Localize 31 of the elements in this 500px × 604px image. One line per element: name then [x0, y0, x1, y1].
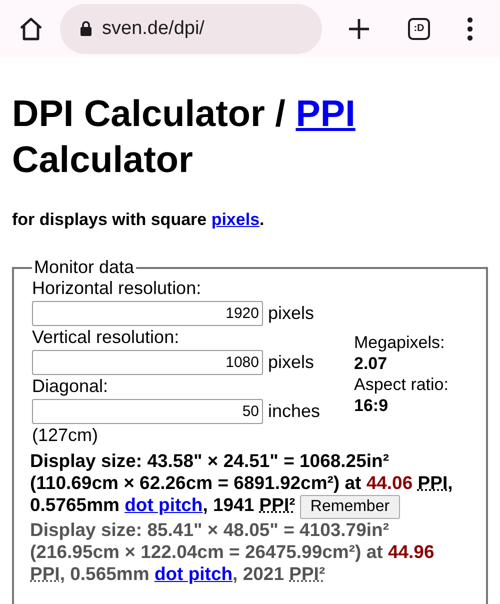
- stat-label: Aspect ratio:: [354, 374, 448, 395]
- field-label: Diagonal:: [32, 376, 110, 397]
- field-label: Vertical resolution:: [32, 327, 180, 348]
- tab-switcher-button[interactable]: :D: [408, 18, 430, 40]
- lock-icon: [80, 21, 92, 36]
- stat-label: Megapixels:: [354, 332, 446, 353]
- number-input[interactable]: 1920: [32, 300, 263, 326]
- stat-value: 2.07: [354, 353, 388, 374]
- url-text: sven.de/dpi/: [102, 18, 204, 40]
- menu-icon[interactable]: [466, 16, 474, 40]
- home-icon[interactable]: [18, 16, 44, 42]
- result-text: Display size: 85.41" × 48.05" = 4103.79in² (216.95cm × 122.04cm = 26475.99cm²) at 44.96 PPI, 0.565mm dot pitch, 2021 PPI²: [30, 519, 436, 585]
- note-text: (127cm): [32, 425, 100, 446]
- page-title: DPI Calculator / PPI Calculator: [12, 92, 356, 182]
- unit-label: pixels: [268, 302, 314, 324]
- link[interactable]: dot pitch: [154, 563, 233, 584]
- number-input[interactable]: 1080: [32, 350, 263, 374]
- stat-value: 16:9: [354, 395, 390, 416]
- subtitle: for displays with square pixels.: [12, 210, 266, 230]
- link[interactable]: dot pitch: [124, 494, 203, 515]
- link[interactable]: pixels: [211, 210, 260, 229]
- panel-legend: Monitor data: [32, 257, 136, 278]
- remember-button[interactable]: Remember: [300, 495, 400, 519]
- link[interactable]: PPI: [296, 93, 356, 134]
- unit-label: pixels: [268, 352, 314, 372]
- result-text: Display size: 43.58" × 24.51" = 1068.25in² (110.69cm × 62.26cm = 6891.92cm²) at 44.06 PPI, 0.5765mm dot pitch, 1941 PPI² Remember: [30, 450, 474, 519]
- field-label: Horizontal resolution:: [32, 278, 202, 299]
- plus-icon[interactable]: [348, 18, 370, 40]
- address-bar[interactable]: sven.de/dpi/: [60, 4, 322, 54]
- unit-label: inches: [268, 400, 320, 422]
- number-input[interactable]: 50: [32, 398, 263, 424]
